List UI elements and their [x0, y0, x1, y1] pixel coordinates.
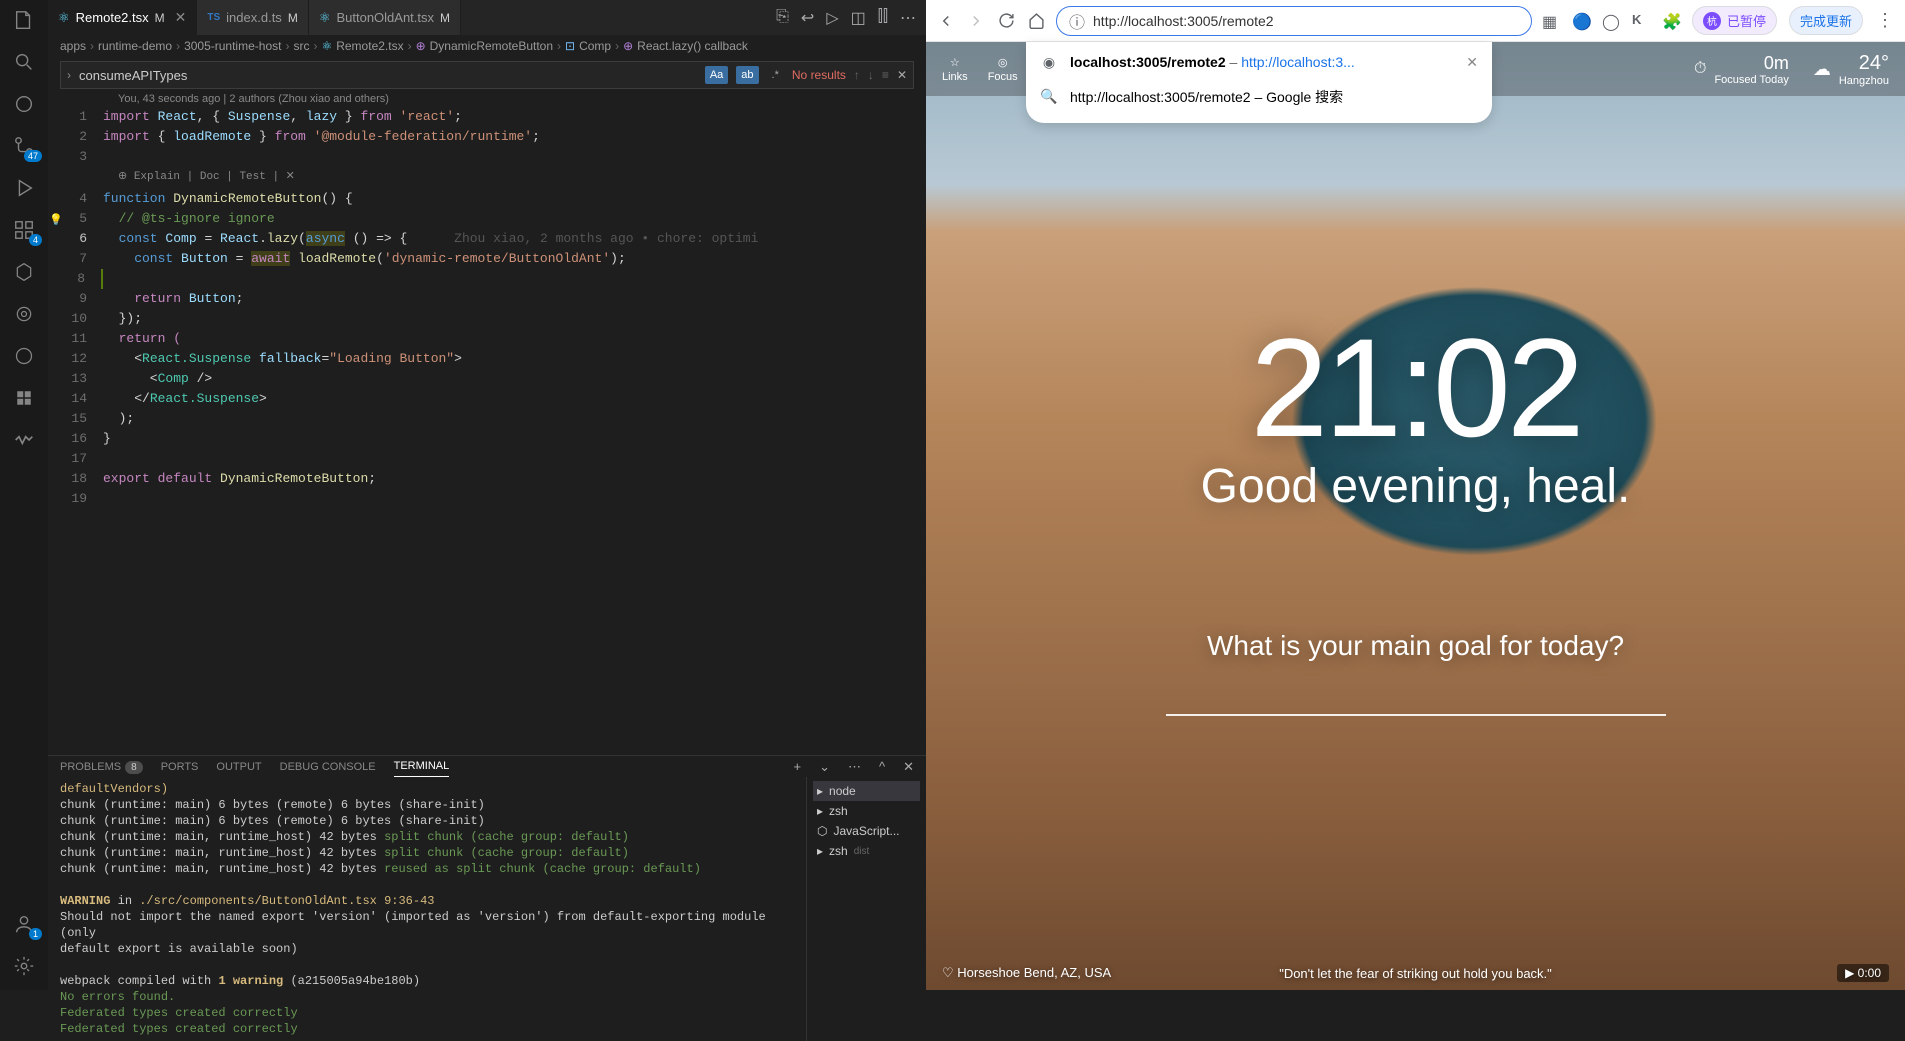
maximize-panel-icon[interactable]: ^: [879, 759, 885, 774]
ext-icon[interactable]: 4: [12, 218, 36, 242]
remove-suggestion-icon[interactable]: ✕: [1466, 54, 1478, 71]
url-input[interactable]: [1093, 13, 1519, 29]
background-image: [926, 42, 1905, 990]
wave-icon[interactable]: [12, 428, 36, 452]
back-icon[interactable]: [936, 11, 956, 31]
extension-icon[interactable]: 🔵: [1572, 12, 1590, 30]
greeting: Good evening, heal.: [926, 459, 1905, 514]
terminal-output[interactable]: defaultVendors) chunk (runtime: main) 6 …: [48, 777, 806, 1041]
explorer-icon[interactable]: [12, 8, 36, 32]
extension-icon[interactable]: K: [1632, 12, 1650, 30]
tab-problems[interactable]: PROBLEMS8: [60, 757, 143, 777]
extension-icon[interactable]: ◯: [1602, 12, 1620, 30]
goal-input[interactable]: [1166, 682, 1666, 716]
globe-icon: ◉: [1040, 54, 1058, 71]
git-compare-icon[interactable]: ⎘: [776, 8, 789, 28]
debug-icon[interactable]: [12, 176, 36, 200]
layout-icon[interactable]: ◫: [851, 8, 866, 28]
circle-icon[interactable]: [12, 302, 36, 326]
terminal-item-js[interactable]: ⬡JavaScript...: [813, 821, 920, 841]
split-icon[interactable]: ⫿⫿: [878, 8, 888, 28]
search-icon[interactable]: [12, 50, 36, 74]
links-button[interactable]: ☆Links: [942, 56, 968, 83]
more-icon[interactable]: ⋯: [900, 8, 916, 28]
close-icon[interactable]: ✕: [175, 9, 187, 26]
close-find-icon[interactable]: ✕: [897, 68, 907, 82]
extension-icon[interactable]: ▦: [1542, 12, 1560, 30]
tab-debug[interactable]: DEBUG CONSOLE: [280, 757, 376, 777]
tab-ports[interactable]: PORTS: [161, 757, 199, 777]
tab-bar: ⚛Remote2.tsxM✕ TSindex.d.tsM ⚛ButtonOldA…: [48, 0, 926, 35]
find-results: No results: [792, 68, 846, 82]
menu-icon[interactable]: ⋮: [1875, 11, 1895, 31]
clock-time: 21:02: [926, 307, 1905, 469]
goal-prompt: What is your main goal for today?: [926, 630, 1905, 662]
vscode-window: 47 4 1 ⚛Remote2.tsxM✕ TSindex.d.tsM ⚛But…: [0, 0, 926, 990]
hex-icon[interactable]: [12, 260, 36, 284]
terminal-item-node[interactable]: ▸node: [813, 781, 920, 801]
ai-icon[interactable]: [12, 92, 36, 116]
profile-pill[interactable]: 杭已暂停: [1692, 6, 1777, 35]
weather-widget[interactable]: ☁ 24°Hangzhou: [1813, 52, 1889, 87]
reload-icon[interactable]: [996, 11, 1016, 31]
daily-quote[interactable]: "Don't let the fear of striking out hold…: [1279, 966, 1552, 981]
next-match-icon[interactable]: ↓: [868, 68, 874, 82]
bottom-panel: PROBLEMS8 PORTS OUTPUT DEBUG CONSOLE TER…: [48, 755, 926, 990]
grid-icon[interactable]: [12, 386, 36, 410]
clock-widget: 21:02 Good evening, heal.: [926, 307, 1905, 514]
update-pill[interactable]: 完成更新: [1789, 6, 1863, 35]
more-icon[interactable]: ⋯: [848, 759, 861, 775]
omnibox[interactable]: ⓘ: [1056, 6, 1532, 36]
forward-icon[interactable]: [966, 11, 986, 31]
terminal-list: ▸node ▸zsh ⬡JavaScript... ▸zshdist: [806, 777, 926, 1041]
prev-match-icon[interactable]: ↑: [854, 68, 860, 82]
photo-location[interactable]: ♡ Horseshoe Bend, AZ, USA: [942, 965, 1111, 981]
browser-viewport: ☆Links ◎Focus ⏱ 0mFocused Today ☁ 24°Han…: [926, 42, 1905, 990]
breadcrumb[interactable]: apps› runtime-demo› 3005-runtime-host› s…: [48, 35, 926, 57]
browser-window: ⓘ ◉ localhost:3005/remote2 – http://loca…: [926, 0, 1905, 990]
new-terminal-icon[interactable]: +: [793, 759, 801, 774]
suggestion-item[interactable]: ◉ localhost:3005/remote2 – http://localh…: [1026, 46, 1492, 79]
play-circle-icon[interactable]: ▷: [826, 8, 838, 28]
tab-terminal[interactable]: TERMINAL: [394, 756, 450, 777]
minimap[interactable]: [866, 107, 926, 755]
terminal-item-zsh2[interactable]: ▸zshdist: [813, 841, 920, 861]
tab-indexdts[interactable]: TSindex.d.tsM: [197, 0, 308, 35]
suggestion-item[interactable]: 🔍 http://localhost:3005/remote2 – Google…: [1026, 79, 1492, 115]
activity-bar: 47 4 1: [0, 0, 48, 990]
extensions-menu-icon[interactable]: 🧩: [1662, 12, 1680, 30]
focus-widget[interactable]: ⏱ 0mFocused Today: [1694, 53, 1789, 86]
home-icon[interactable]: [1026, 11, 1046, 31]
gear-icon[interactable]: [12, 954, 36, 978]
go-back-icon[interactable]: ↩: [801, 8, 814, 28]
editor-area: ⚛Remote2.tsxM✕ TSindex.d.tsM ⚛ButtonOldA…: [48, 0, 926, 990]
account-icon[interactable]: 1: [12, 912, 36, 936]
tab-remote2[interactable]: ⚛Remote2.tsxM✕: [48, 0, 197, 35]
chevron-down-icon[interactable]: ⌄: [819, 759, 830, 775]
search-icon: 🔍: [1040, 88, 1058, 105]
find-input[interactable]: [79, 68, 697, 83]
gitlens-codelens[interactable]: You, 43 seconds ago | 2 authors (Zhou xi…: [48, 93, 926, 107]
site-info-icon[interactable]: ⓘ: [1069, 9, 1085, 33]
vscode-body: 47 4 1 ⚛Remote2.tsxM✕ TSindex.d.tsM ⚛But…: [0, 0, 926, 990]
filter-icon[interactable]: ≡: [882, 68, 889, 82]
tab-output[interactable]: OUTPUT: [216, 757, 261, 777]
browser-toolbar: ⓘ ◉ localhost:3005/remote2 – http://loca…: [926, 0, 1905, 42]
url-suggestions: ◉ localhost:3005/remote2 – http://localh…: [1026, 42, 1492, 123]
terminal-item-zsh[interactable]: ▸zsh: [813, 801, 920, 821]
focus-button[interactable]: ◎Focus: [988, 56, 1018, 83]
pkg-icon[interactable]: [12, 344, 36, 368]
timer-badge[interactable]: ▶ 0:00: [1837, 964, 1889, 982]
goal-widget: What is your main goal for today?: [926, 630, 1905, 716]
scm-icon[interactable]: 47: [12, 134, 36, 158]
whole-word-button[interactable]: ab: [736, 66, 758, 84]
tab-buttonoldant[interactable]: ⚛ButtonOldAnt.tsxM: [309, 0, 461, 35]
find-bar: › Aa ab .* No results ↑ ↓ ≡ ✕: [60, 61, 914, 89]
momentum-footer: ♡ Horseshoe Bend, AZ, USA "Don't let the…: [926, 964, 1905, 982]
match-case-button[interactable]: Aa: [705, 66, 728, 84]
close-panel-icon[interactable]: ✕: [903, 759, 914, 775]
code-editor[interactable]: 1import React, { Suspense, lazy } from '…: [48, 107, 926, 755]
regex-button[interactable]: .*: [767, 66, 784, 84]
ai-codelens[interactable]: Explain | Doc | Test | ✕: [134, 171, 295, 183]
